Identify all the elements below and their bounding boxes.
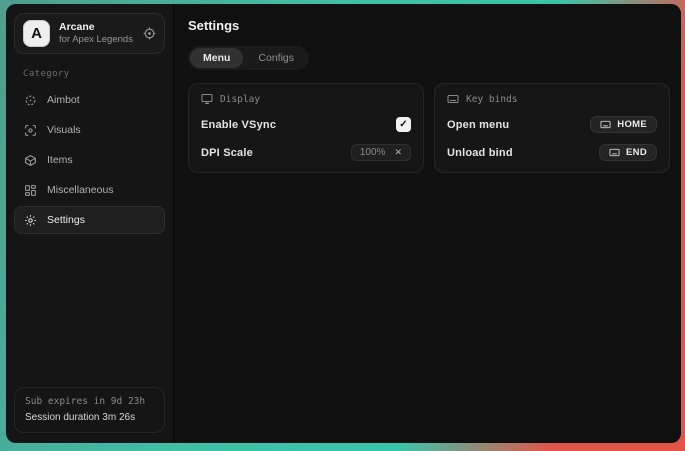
category-label: Category xyxy=(23,69,165,79)
session-duration-text: Session duration 3m 26s xyxy=(25,410,154,426)
open-menu-key: HOME xyxy=(617,119,647,130)
sidebar-item-aimbot[interactable]: Aimbot xyxy=(14,86,165,114)
unload-bind-label: Unload bind xyxy=(447,147,513,159)
keybinds-card-title: Key binds xyxy=(466,94,517,105)
app-subtitle: for Apex Legends xyxy=(59,34,134,46)
sidebar-item-settings[interactable]: Settings xyxy=(14,206,165,234)
scan-eye-icon xyxy=(24,124,37,137)
dpi-scale-value: 100% xyxy=(360,147,386,158)
sub-expiry-text: Sub expires in 9d 23h xyxy=(25,395,154,410)
sidebar-item-label: Items xyxy=(47,154,73,166)
app-window: A Arcane for Apex Legends Category xyxy=(6,4,681,443)
sidebar-item-label: Settings xyxy=(47,214,85,226)
grid-icon xyxy=(24,184,37,197)
sidebar-item-visuals[interactable]: Visuals xyxy=(14,116,165,144)
main-panel: Settings Menu Configs Display Enable VSy… xyxy=(174,4,681,443)
box-icon xyxy=(24,154,37,167)
sidebar-item-items[interactable]: Items xyxy=(14,146,165,174)
crosshair-icon xyxy=(24,94,37,107)
open-menu-bind-button[interactable]: HOME xyxy=(590,116,657,133)
display-card: Display Enable VSync ✓ DPI Scale 100% ✕ xyxy=(188,83,424,173)
sidebar-nav: Aimbot Visuals Items xyxy=(14,86,165,234)
page-title: Settings xyxy=(188,18,670,33)
keyboard-icon xyxy=(609,147,620,158)
settings-tabbar: Menu Configs xyxy=(188,46,309,70)
dpi-scale-input[interactable]: 100% ✕ xyxy=(351,144,411,161)
gear-icon xyxy=(24,214,37,227)
display-card-title: Display xyxy=(220,94,260,105)
keyboard-icon xyxy=(447,93,459,105)
sidebar-item-label: Miscellaneous xyxy=(47,184,114,196)
subscription-card: Sub expires in 9d 23h Session duration 3… xyxy=(14,387,165,433)
clear-icon[interactable]: ✕ xyxy=(394,147,402,158)
sidebar-item-label: Aimbot xyxy=(47,94,80,106)
open-menu-label: Open menu xyxy=(447,119,509,131)
sidebar-item-label: Visuals xyxy=(47,124,81,136)
unload-bind-button[interactable]: END xyxy=(599,144,657,161)
monitor-icon xyxy=(201,93,213,105)
crosshair-target-icon xyxy=(143,27,156,40)
logo-card: A Arcane for Apex Legends xyxy=(14,13,165,54)
tab-menu[interactable]: Menu xyxy=(190,48,243,68)
sidebar: A Arcane for Apex Legends Category xyxy=(6,4,174,443)
vsync-checkbox[interactable]: ✓ xyxy=(396,117,411,132)
keybinds-card: Key binds Open menu HOME Unload bin xyxy=(434,83,670,173)
keyboard-icon xyxy=(600,119,611,130)
dpi-scale-label: DPI Scale xyxy=(201,147,253,159)
unload-bind-key: END xyxy=(626,147,647,158)
tab-configs[interactable]: Configs xyxy=(245,48,307,68)
sidebar-item-miscellaneous[interactable]: Miscellaneous xyxy=(14,176,165,204)
vsync-label: Enable VSync xyxy=(201,119,276,131)
app-logo: A xyxy=(23,20,50,47)
app-title: Arcane xyxy=(59,21,134,34)
